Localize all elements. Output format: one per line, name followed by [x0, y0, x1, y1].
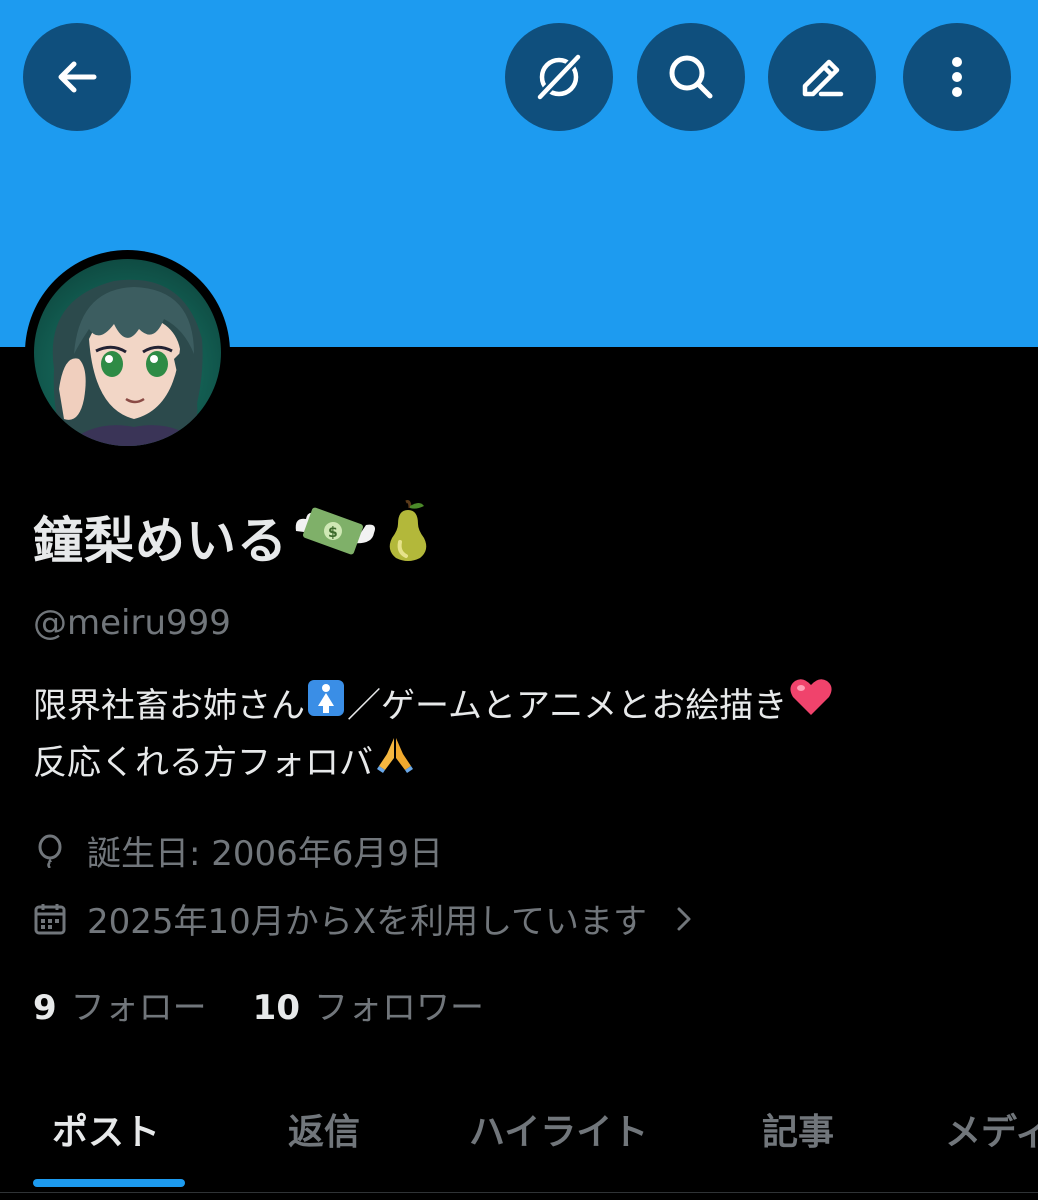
tab-replies[interactable]: 返信 [288, 1103, 360, 1155]
followers-link[interactable]: 10 フォロワー [253, 980, 484, 1029]
calendar-icon [34, 903, 66, 934]
bio-line-1: 限界社畜お姉さん ／ゲームとアニメとお絵描き [33, 677, 1023, 734]
svg-text:$: $ [328, 525, 339, 541]
followers-label: フォロワー [314, 988, 484, 1028]
bio-line-2: 反応くれる方フォロバ [33, 734, 1023, 791]
tab-media[interactable]: メディ [945, 1103, 1038, 1155]
display-name: 鐘梨めいる $ [33, 498, 434, 576]
bio-text-2: 反応くれる方フォロバ [33, 742, 373, 783]
chevron-right-icon [677, 907, 691, 930]
search-icon [669, 55, 713, 99]
following-link[interactable]: 9 フォロー [33, 980, 207, 1029]
folded-hands-emoji [375, 734, 415, 791]
following-count: 9 [33, 988, 57, 1028]
profile-bio: 限界社畜お姉さん ／ゲームとアニメとお絵描き 反応くれる方フォロバ [33, 677, 1023, 791]
red-heart-emoji [789, 677, 833, 734]
womens-room-emoji [307, 678, 345, 734]
grok-button[interactable] [505, 23, 613, 131]
display-name-text: 鐘梨めいる [33, 512, 288, 570]
bio-text-1b: ／ゲームとアニメとお絵描き [347, 685, 788, 726]
birthday-text: 誕生日: 2006年6月9日 [87, 834, 444, 874]
bio-text-1a: 限界社畜お姉さん [33, 685, 305, 726]
following-label: フォロー [70, 988, 207, 1028]
pear-emoji [382, 498, 434, 576]
joined-date-row[interactable]: 2025年10月からXを利用しています [33, 894, 699, 943]
tabs-divider [0, 1192, 1038, 1193]
money-with-wings-emoji: $ [292, 503, 378, 571]
tab-highlights[interactable]: ハイライト [469, 1103, 648, 1155]
followers-count: 10 [252, 988, 300, 1028]
tab-articles[interactable]: 記事 [762, 1103, 834, 1155]
back-button[interactable] [23, 23, 131, 131]
more-vertical-icon [952, 57, 962, 97]
edit-profile-button[interactable] [768, 23, 876, 131]
grok-icon [535, 52, 583, 102]
edit-pencil-icon [802, 59, 844, 97]
user-handle: @meiru999 [33, 603, 231, 643]
birthday-row: 誕生日: 2006年6月9日 [33, 826, 443, 875]
back-arrow-icon [58, 61, 97, 93]
avatar-image [34, 259, 221, 446]
profile-avatar[interactable] [25, 250, 230, 455]
joined-text: 2025年10月からXを利用しています [87, 902, 648, 942]
active-tab-indicator [33, 1179, 185, 1187]
tab-posts[interactable]: ポスト [52, 1103, 160, 1155]
follow-stats: 9 フォロー 10 フォロワー [33, 980, 484, 1029]
more-options-button[interactable] [903, 23, 1011, 131]
profile-page: 鐘梨めいる $ @meiru999 限界社畜お姉さん ／ゲームとアニメとお絵描き… [0, 0, 1038, 1200]
balloon-icon [38, 834, 62, 868]
search-button[interactable] [637, 23, 745, 131]
